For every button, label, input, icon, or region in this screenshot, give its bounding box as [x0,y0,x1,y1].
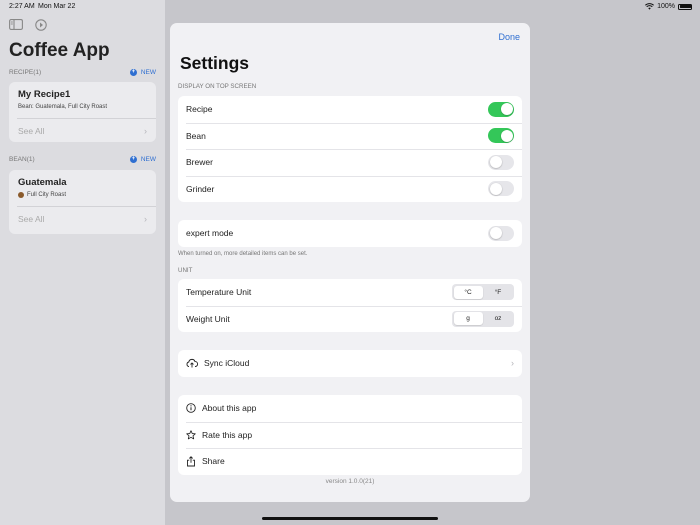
sidebar-toggle-icon[interactable] [9,19,23,30]
page-title: Settings [180,53,250,73]
toggle-grinder[interactable] [488,181,514,197]
recipe-card-title: My Recipe1 [18,89,71,100]
roast-color-dot [18,192,24,198]
bean-card-subtitle: Full City Roast [27,192,67,198]
share-row[interactable]: Share [178,448,522,475]
recipe-see-all[interactable]: See All › [9,119,156,143]
recipe-section-label: RECIPE(1) [9,69,42,76]
temperature-unit-label: Temperature Unit [186,287,252,298]
home-indicator[interactable] [262,517,438,520]
new-bean-button[interactable]: + NEW [129,156,156,163]
new-bean-label: NEW [140,156,156,163]
battery-icon [678,3,692,10]
display-row-grinder: Grinder [178,175,522,203]
expert-mode-note: When turned on, more detailed items can … [178,251,308,257]
temperature-unit-row: Temperature Unit °C °F [178,279,522,306]
weight-unit-row: Weight Unit g oz [178,305,522,333]
bean-card-title: Guatemala [18,177,67,188]
recipe-section-header: RECIPE(1) + NEW [9,69,156,76]
expert-group: expert mode [178,220,522,247]
battery-percent: 100% [657,3,675,10]
display-group: Recipe Bean Brewer Grinder [178,96,522,202]
temperature-option-fahrenheit[interactable]: °F [484,286,513,299]
unit-group: Temperature Unit °C °F Weight Unit g oz [178,279,522,332]
display-label-grinder: Grinder [186,183,215,194]
rate-row[interactable]: Rate this app [178,421,522,449]
version-label: version 1.0.0(21) [325,478,375,485]
share-icon [187,455,195,467]
bean-section-label: BEAN(1) [9,156,35,163]
unit-section-label: UNIT [178,267,193,274]
sync-icloud-row[interactable]: Sync iCloud › [178,350,522,377]
bean-card[interactable]: Guatemala Full City Roast See All › [9,170,156,234]
display-label-brewer: Brewer [186,157,213,168]
chevron-right-icon: › [511,358,514,369]
temperature-segmented-control: °C °F [452,284,514,301]
sync-group: Sync iCloud › [178,350,522,377]
status-date: Mon Mar 22 [38,3,76,10]
plus-icon: + [129,156,137,163]
about-row[interactable]: About this app [178,395,522,422]
chevron-right-icon: › [144,126,147,136]
star-icon [186,430,196,440]
toggle-expert-mode[interactable] [488,225,514,241]
bean-card-subtitle-row: Full City Roast [9,188,156,198]
app-title: Coffee App [9,40,110,61]
bean-see-all-label: See All [18,214,45,224]
bean-see-all[interactable]: See All › [9,207,156,231]
weight-unit-label: Weight Unit [186,313,230,324]
toggle-bean[interactable] [488,128,514,144]
weight-segmented-control: g oz [452,310,514,327]
bean-section-header: BEAN(1) + NEW [9,156,156,163]
display-row-brewer: Brewer [178,149,522,176]
info-icon [186,403,196,414]
new-recipe-label: NEW [140,69,156,76]
display-label-bean: Bean [186,130,206,141]
status-right: 100% [645,3,692,10]
display-row-recipe: Recipe [178,96,522,123]
sync-icloud-label: Sync iCloud [204,358,250,369]
display-row-bean: Bean [178,122,522,150]
about-group: About this app Rate this app Share [178,395,522,475]
sidebar-toolbar [9,19,47,31]
toggle-recipe[interactable] [488,101,514,117]
temperature-option-celsius[interactable]: °C [453,285,483,299]
done-button[interactable]: Done [498,32,520,42]
status-bar: 2:27 AM Mon Mar 22 100% [0,0,700,14]
chevron-right-icon: › [144,214,147,224]
cloud-upload-icon [186,359,198,368]
recipe-card-subtitle: Bean: Guatemala, Full City Roast [18,104,108,110]
share-label: Share [202,456,225,467]
settings-sheet: Done Settings DISPLAY ON TOP SCREEN Reci… [170,23,530,502]
expert-mode-label: expert mode [186,228,234,239]
status-time: 2:27 AM [9,3,35,10]
about-label: About this app [202,403,257,414]
recipe-card[interactable]: My Recipe1 Bean: Guatemala, Full City Ro… [9,82,156,142]
new-recipe-button[interactable]: + NEW [129,69,156,76]
wifi-icon [645,3,655,10]
sidebar: Coffee App RECIPE(1) + NEW My Recipe1 Be… [0,0,165,525]
expert-mode-row: expert mode [178,220,522,247]
weight-option-ounces[interactable]: oz [484,312,513,325]
plus-icon: + [129,69,137,76]
timer-icon[interactable] [35,19,47,31]
display-section-label: DISPLAY ON TOP SCREEN [178,83,257,90]
recipe-see-all-label: See All [18,126,45,136]
display-label-recipe: Recipe [186,104,213,115]
rate-label: Rate this app [202,429,253,440]
weight-option-grams[interactable]: g [453,312,483,326]
toggle-brewer[interactable] [488,154,514,170]
